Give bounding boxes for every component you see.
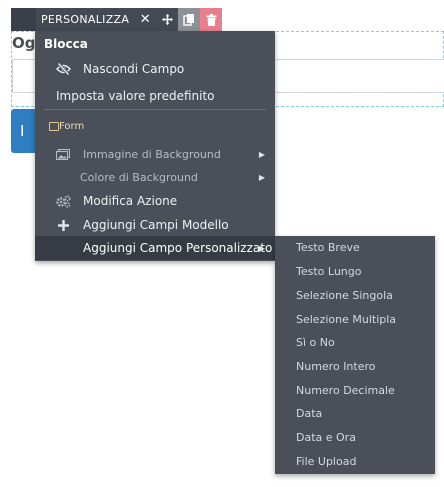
- submenu-item-integer[interactable]: Numero Intero: [275, 355, 435, 378]
- custom-field-submenu: Testo Breve Testo Lungo Selezione Singol…: [275, 236, 435, 474]
- close-icon[interactable]: ✕: [134, 8, 157, 31]
- menu-item-label: Imposta valore predefinito: [56, 89, 215, 103]
- field-label: Og: [12, 34, 36, 52]
- copy-icon[interactable]: [178, 8, 201, 31]
- customize-context-menu: Blocca Nascondi Campo Imposta valore pre…: [35, 31, 275, 261]
- submenu-arrow-icon: ▶: [258, 243, 265, 253]
- menu-item-label: Immagine di Background: [83, 147, 221, 161]
- submenu-item-datetime[interactable]: Data e Ora: [275, 426, 435, 449]
- menu-divider: [44, 109, 266, 110]
- customize-menu-button[interactable]: PERSONALIZZA: [36, 8, 135, 31]
- field-toolbar: PERSONALIZZA ✕: [11, 8, 223, 31]
- cogs-icon: [55, 193, 71, 209]
- menu-item-background-image[interactable]: Immagine di Background ▶: [35, 142, 275, 166]
- eye-slash-icon: [55, 61, 71, 77]
- submenu-item-multi-select[interactable]: Selezione Multipla: [275, 308, 435, 331]
- submenu-item-file-upload[interactable]: File Upload: [275, 450, 435, 473]
- submenu-arrow-icon: ▶: [258, 172, 265, 182]
- plus-icon: [55, 217, 71, 233]
- menu-item-form[interactable]: Form: [59, 121, 84, 132]
- submenu-item-yes-no[interactable]: Sì o No: [275, 331, 435, 354]
- menu-item-label: Aggiungi Campo Personalizzato: [83, 241, 273, 255]
- toolbar-grip[interactable]: [11, 8, 36, 31]
- menu-item-hide-field[interactable]: Nascondi Campo: [35, 57, 275, 81]
- menu-item-background-color[interactable]: Colore di Background ▶: [35, 165, 275, 189]
- submenu-item-decimal[interactable]: Numero Decimale: [275, 379, 435, 402]
- image-icon: [55, 146, 71, 162]
- menu-item-label: Nascondi Campo: [83, 62, 185, 76]
- menu-item-add-template-fields[interactable]: Aggiungi Campi Modello: [35, 213, 275, 237]
- page-canvas: Og I PERSONALIZZA ✕ Blocca Nascondi Camp…: [0, 0, 444, 487]
- menu-item-edit-action[interactable]: Modifica Azione: [35, 189, 275, 213]
- menu-item-set-default[interactable]: Imposta valore predefinito: [35, 84, 275, 108]
- menu-item-label: Colore di Background: [80, 170, 198, 184]
- submenu-arrow-icon: ▶: [258, 149, 265, 159]
- menu-item-add-custom-field[interactable]: Aggiungi Campo Personalizzato ▶: [35, 236, 275, 260]
- menu-header-lock[interactable]: Blocca: [44, 37, 88, 51]
- submenu-item-date[interactable]: Data: [275, 402, 435, 425]
- menu-item-label: Modifica Azione: [83, 194, 178, 208]
- menu-item-label: Aggiungi Campi Modello: [83, 218, 229, 232]
- submenu-item-single-select[interactable]: Selezione Singola: [275, 284, 435, 307]
- trash-icon[interactable]: [200, 8, 223, 31]
- move-icon[interactable]: [156, 8, 179, 31]
- checkbox-icon[interactable]: [49, 122, 59, 131]
- submenu-item-short-text[interactable]: Testo Breve: [275, 236, 435, 259]
- submenu-item-long-text[interactable]: Testo Lungo: [275, 260, 435, 283]
